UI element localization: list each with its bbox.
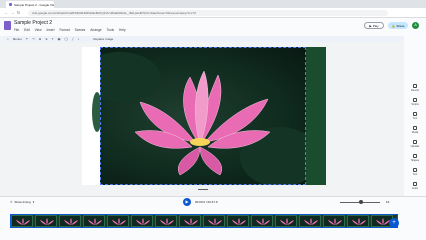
text-style-icon bbox=[413, 168, 417, 172]
menu-scenes[interactable]: Scenes bbox=[75, 28, 86, 32]
filmstrip-frame[interactable] bbox=[11, 215, 33, 227]
zoom-fit-label[interactable]: Fit bbox=[386, 200, 389, 204]
sidebar-item-label: Media bbox=[411, 131, 419, 134]
shape-icon[interactable]: ◯ bbox=[64, 37, 67, 41]
forward-icon[interactable]: → bbox=[10, 10, 15, 15]
browser-tab-bar bbox=[0, 0, 426, 8]
url-field[interactable]: vids.google.com/u/0/watch/1a6F5k0t9UtRPa… bbox=[28, 10, 388, 16]
vids-logo-icon[interactable] bbox=[4, 21, 11, 30]
filmstrip-frame[interactable] bbox=[323, 215, 345, 227]
filmstrip-frame[interactable] bbox=[227, 215, 249, 227]
sidebar-item-media[interactable]: Media bbox=[404, 126, 426, 134]
textbox-icon[interactable]: T bbox=[52, 37, 54, 41]
show-timing-toggle[interactable]: ⏱ Show timing ▾ bbox=[10, 200, 34, 204]
image-selection-box[interactable] bbox=[100, 47, 306, 185]
filmstrip-frame[interactable] bbox=[251, 215, 273, 227]
filmstrip-frame[interactable] bbox=[203, 215, 225, 227]
share-label: Share bbox=[396, 23, 405, 28]
share-button[interactable]: 🔒 Share bbox=[388, 22, 408, 29]
line-icon[interactable]: ╱ bbox=[72, 37, 74, 41]
sidebar-item-text-2[interactable]: Text bbox=[404, 168, 426, 176]
crop-icon[interactable]: ⌗ bbox=[78, 37, 80, 41]
background-green-panel bbox=[306, 47, 326, 185]
sidebar-item-label: Text bbox=[412, 117, 418, 120]
play-label: Play bbox=[372, 23, 379, 28]
menu-file[interactable]: File bbox=[14, 28, 19, 32]
filmstrip-frame[interactable] bbox=[155, 215, 177, 227]
menu-view[interactable]: View bbox=[35, 28, 42, 32]
sidebar-item-audio[interactable]: Audio bbox=[404, 182, 426, 190]
filmstrip-frame[interactable] bbox=[275, 215, 297, 227]
upload-icon bbox=[413, 140, 417, 144]
sidebar-item-label: Audio bbox=[411, 187, 419, 190]
menu-format[interactable]: Format bbox=[59, 28, 69, 32]
filmstrip-frame[interactable] bbox=[83, 215, 105, 227]
chevron-down-icon: ▾ bbox=[32, 200, 35, 204]
filmstrip-frame[interactable] bbox=[35, 215, 57, 227]
filmstrip-frame[interactable] bbox=[131, 215, 153, 227]
filmstrip-frame[interactable] bbox=[59, 215, 81, 227]
filmstrip-frame[interactable] bbox=[179, 215, 201, 227]
sidebar-item-shapes[interactable]: Shapes bbox=[404, 154, 426, 162]
timecode: 00:00.0 / 00:37.9 bbox=[195, 200, 218, 204]
sidebar-item-record[interactable]: Record bbox=[404, 84, 426, 92]
media-icon bbox=[413, 126, 417, 130]
timeline-play-button[interactable]: ▶ bbox=[183, 198, 191, 206]
sidebar-item-label: Shapes bbox=[410, 159, 420, 162]
undo-icon[interactable]: ↶ bbox=[26, 37, 29, 41]
record-icon bbox=[413, 84, 417, 88]
menu-insert[interactable]: Insert bbox=[47, 28, 55, 32]
avatar[interactable]: A bbox=[412, 22, 419, 29]
tab-title: Sample Project 2 - Google Vid bbox=[14, 2, 54, 7]
script-icon bbox=[413, 98, 417, 102]
sidebar-item-label: Text bbox=[412, 173, 418, 176]
replace-image-label[interactable]: Replace image bbox=[93, 37, 113, 41]
redo-icon[interactable]: ↷ bbox=[32, 37, 35, 41]
sidebar-item-label: Uploads bbox=[410, 145, 420, 148]
sidebar-item-scripts[interactable]: Scripts bbox=[404, 98, 426, 106]
app-header bbox=[0, 18, 426, 36]
browser-tab[interactable]: Sample Project 2 - Google Vid bbox=[6, 1, 54, 8]
play-icon: ▶ bbox=[369, 23, 372, 28]
search-menus-icon[interactable]: ⌕ bbox=[7, 37, 9, 41]
vids-favicon-icon bbox=[9, 3, 12, 6]
menus-label[interactable]: Menus bbox=[13, 37, 22, 41]
sidebar-item-label: Record bbox=[411, 89, 419, 92]
image-icon[interactable]: ▣ bbox=[58, 37, 61, 41]
reload-icon[interactable]: ↻ bbox=[16, 10, 21, 15]
lock-icon: 🔒 bbox=[391, 23, 396, 28]
menu-edit[interactable]: Edit bbox=[24, 28, 30, 32]
sidebar-item-text[interactable]: Text bbox=[404, 112, 426, 120]
text-icon bbox=[413, 112, 417, 116]
back-icon[interactable]: ← bbox=[4, 10, 9, 15]
menu-bar: File Edit View Insert Format Scenes Arra… bbox=[14, 28, 126, 32]
timeline-resize-handle[interactable] bbox=[198, 189, 208, 190]
play-button[interactable]: ▶ Play bbox=[364, 22, 384, 29]
menu-tools[interactable]: Tools bbox=[107, 28, 114, 32]
sidebar-item-uploads[interactable]: Uploads bbox=[404, 140, 426, 148]
menu-arrange[interactable]: Arrange bbox=[90, 28, 101, 32]
project-title[interactable]: Sample Project 2 bbox=[14, 20, 52, 26]
zoom-icon[interactable]: ⊕ bbox=[39, 37, 42, 41]
add-scene-button[interactable]: + bbox=[389, 218, 399, 228]
show-timing-label: Show timing bbox=[14, 200, 31, 204]
filmstrip-frame[interactable] bbox=[299, 215, 321, 227]
filmstrip-frame[interactable] bbox=[107, 215, 129, 227]
menu-help[interactable]: Help bbox=[119, 28, 126, 32]
filmstrip-frame[interactable] bbox=[347, 215, 369, 227]
audio-icon bbox=[413, 182, 417, 186]
timing-icon: ⏱ bbox=[10, 200, 13, 204]
sidebar-item-label: Scripts bbox=[411, 103, 419, 106]
select-icon[interactable]: ➤ bbox=[45, 37, 48, 41]
zoom-slider-knob[interactable] bbox=[359, 200, 363, 204]
shapes-icon bbox=[413, 154, 417, 158]
